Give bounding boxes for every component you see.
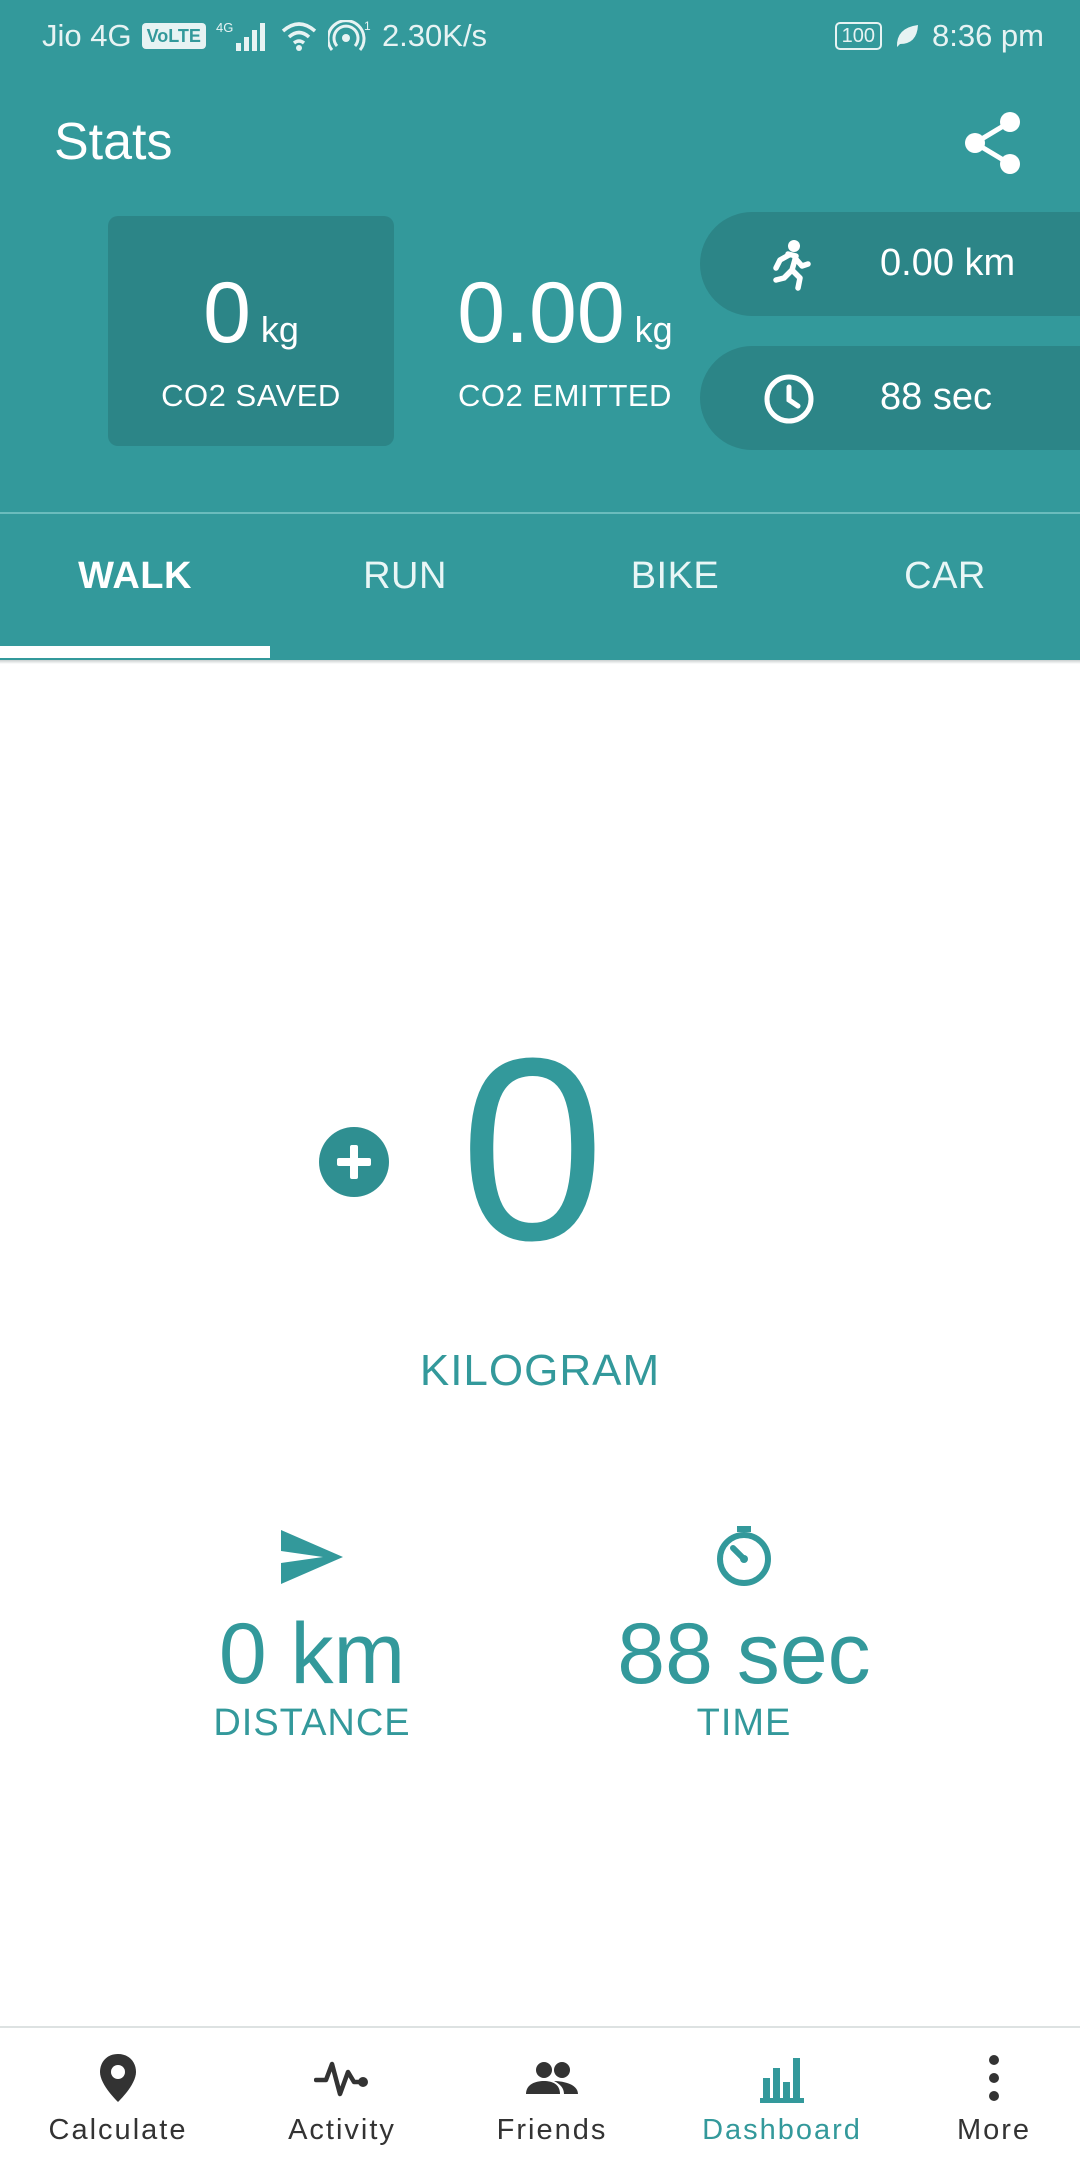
tab-active-indicator xyxy=(0,646,270,658)
nav-calculate-label: Calculate xyxy=(48,2114,188,2146)
timer-icon xyxy=(717,1526,771,1586)
distance-pill: 0.00 km xyxy=(700,212,1080,316)
tab-run[interactable]: RUN xyxy=(270,514,540,660)
main-co2-unit: KILOGRAM xyxy=(419,1346,661,1395)
tab-bike[interactable]: BIKE xyxy=(540,514,810,660)
signal-icon: 4G xyxy=(216,20,265,51)
page-title: Stats xyxy=(54,113,173,171)
mode-tabs: WALK RUN BIKE CAR xyxy=(0,512,1080,662)
distance-value: 0 km xyxy=(218,1606,406,1702)
svg-text:4G: 4G xyxy=(216,20,233,35)
co2-emitted-label: CO2 EMITTED xyxy=(458,378,672,413)
tab-car[interactable]: CAR xyxy=(810,514,1080,660)
tabs-divider xyxy=(0,660,1080,664)
main-co2-value: 0 xyxy=(460,1005,605,1295)
distance-stat: 0 km DISTANCE xyxy=(92,1522,532,1745)
time-label: TIME xyxy=(696,1702,792,1744)
co2-emitted-unit: kg xyxy=(634,309,673,350)
co2-saved-value: 0 xyxy=(203,265,251,361)
co2-saved-metric: 0 kg CO2 SAVED xyxy=(108,268,394,414)
clock-icon xyxy=(764,374,814,424)
bar-chart-icon xyxy=(760,2058,804,2103)
co2-saved-label: CO2 SAVED xyxy=(161,378,341,413)
volte-badge: VoLTE xyxy=(141,23,206,49)
wifi-icon xyxy=(281,22,317,51)
co2-saved-unit: kg xyxy=(260,309,299,350)
status-bar: Jio 4G VoLTE 4G 1 2.30K/s 100 8:36 pm xyxy=(0,0,1080,76)
clock-time: 8:36 pm xyxy=(931,18,1044,53)
battery-indicator: 100 xyxy=(834,22,882,50)
nav-more-label: More xyxy=(956,2114,1032,2146)
co2-emitted-metric: 0.00 kg CO2 EMITTED xyxy=(420,268,710,414)
tab-walk[interactable]: WALK xyxy=(0,514,270,660)
hotspot-icon: 1 xyxy=(327,20,371,51)
running-person-icon xyxy=(773,240,811,291)
carrier-label: Jio 4G xyxy=(42,18,132,53)
nav-dashboard[interactable]: Dashboard xyxy=(674,2028,890,2162)
time-pill: 88 sec xyxy=(700,346,1080,450)
nav-activity-label: Activity xyxy=(288,2114,396,2146)
people-icon xyxy=(526,2062,578,2094)
nav-activity[interactable]: Activity xyxy=(234,2028,450,2162)
time-stat: 88 sec TIME xyxy=(524,1522,964,1745)
distance-label: DISTANCE xyxy=(213,1702,411,1744)
nav-friends-label: Friends xyxy=(496,2114,608,2146)
nav-dashboard-label: Dashboard xyxy=(702,2114,862,2146)
time-pill-text: 88 sec xyxy=(880,376,992,418)
share-icon[interactable] xyxy=(958,108,1028,178)
network-speed: 2.30K/s xyxy=(381,18,488,53)
send-arrow-icon xyxy=(281,1530,343,1584)
nav-more[interactable]: More xyxy=(886,2028,1080,2162)
more-vertical-icon xyxy=(989,2055,999,2101)
nav-friends[interactable]: Friends xyxy=(444,2028,660,2162)
co2-emitted-value: 0.00 xyxy=(457,265,625,361)
leaf-icon xyxy=(896,25,918,47)
distance-pill-text: 0.00 km xyxy=(880,242,1016,284)
pulse-icon xyxy=(314,2061,368,2097)
location-pin-icon xyxy=(100,2054,136,2102)
nav-calculate[interactable]: Calculate xyxy=(10,2028,226,2162)
add-circle-icon[interactable] xyxy=(318,1126,390,1198)
bottom-navigation: Calculate Activity Friends Dashboard Mor… xyxy=(0,2026,1080,2162)
time-value: 88 sec xyxy=(617,1606,871,1702)
svg-text:1: 1 xyxy=(364,20,371,33)
